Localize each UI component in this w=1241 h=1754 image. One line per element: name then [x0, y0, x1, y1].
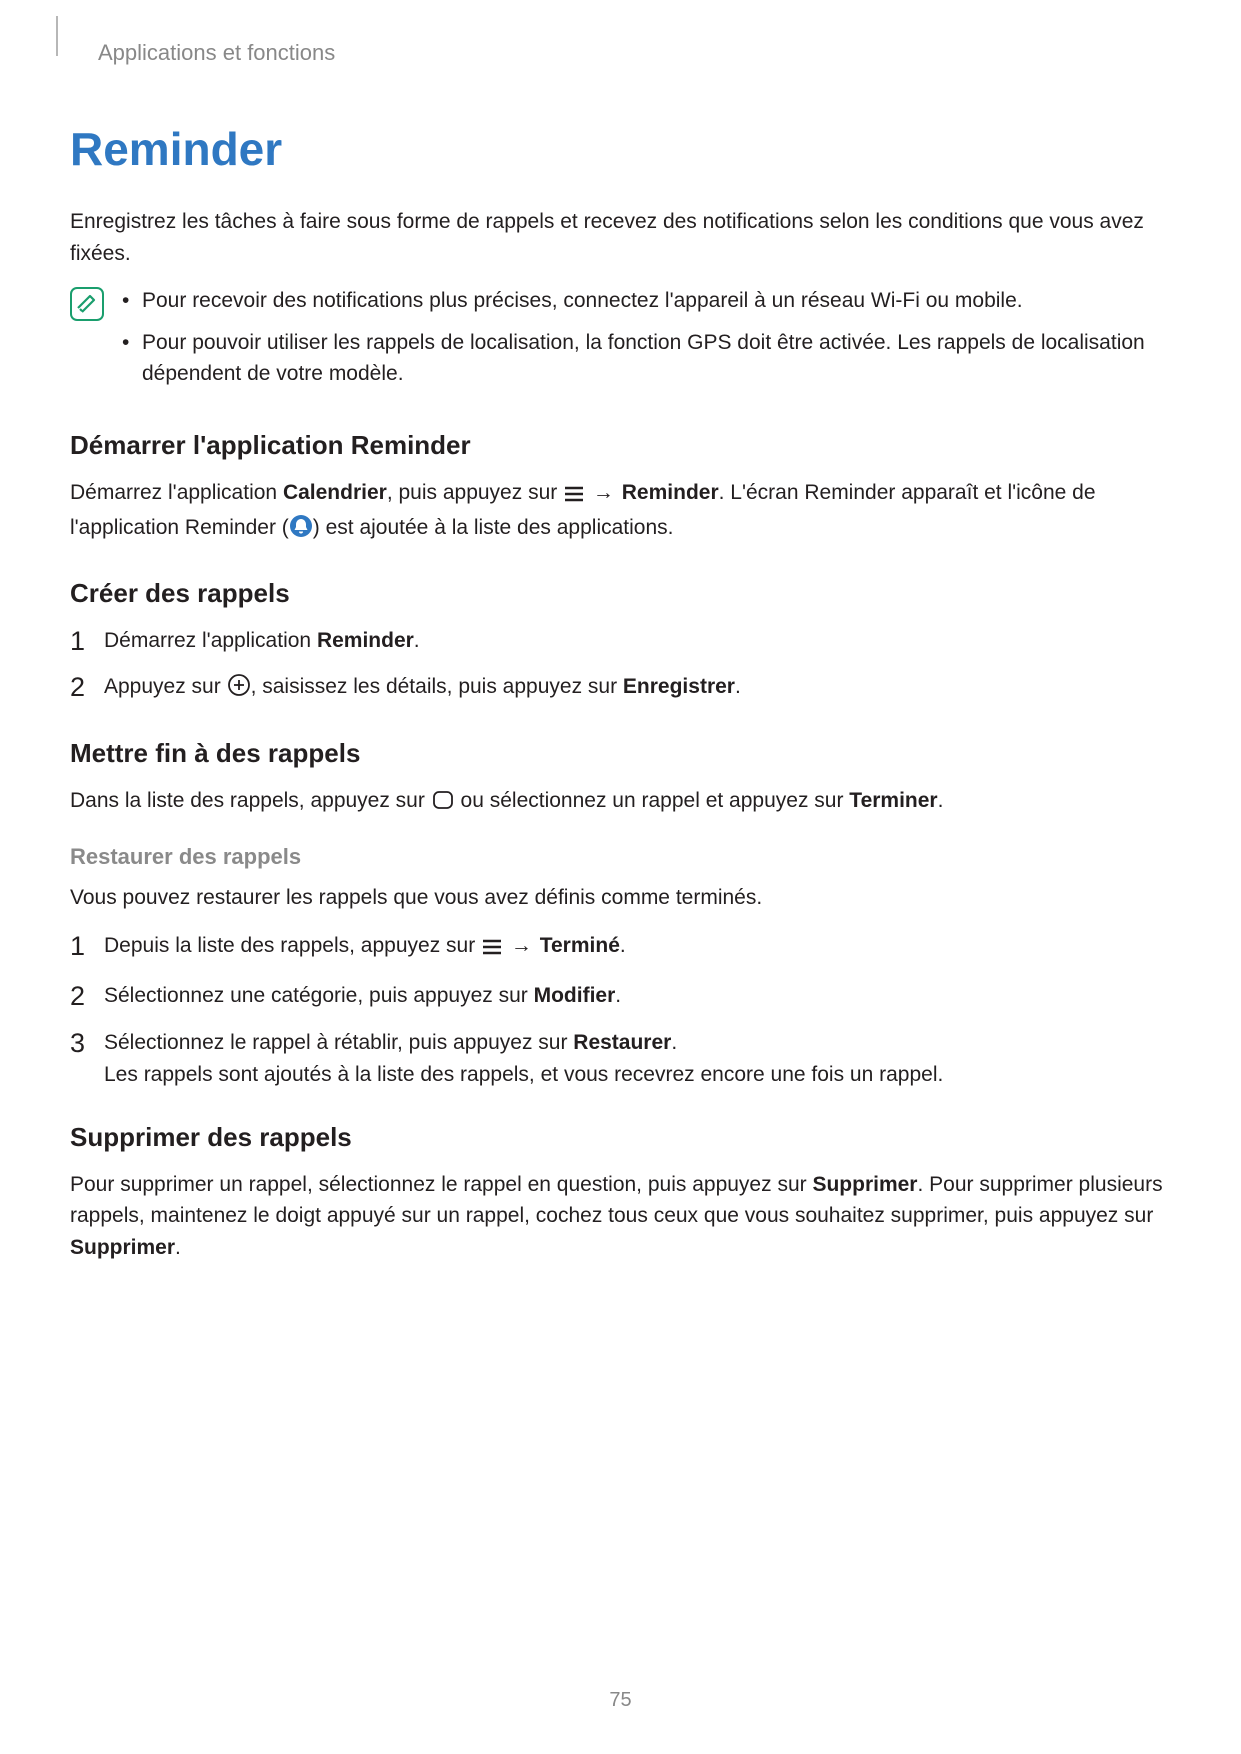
restore-intro: Vous pouvez restaurer les rappels que vo…: [70, 882, 1171, 914]
text: Démarrez l'application: [70, 481, 283, 504]
menu-icon: [481, 934, 503, 967]
create-steps: Démarrez l'application Reminder. Appuyez…: [70, 625, 1171, 708]
bold-reminder: Reminder: [317, 629, 414, 652]
arrow: →: [591, 481, 616, 504]
restore-steps: Depuis la liste des rappels, appuyez sur…: [70, 930, 1171, 1092]
step: Appuyez sur , saisissez les détails, pui…: [70, 671, 1171, 708]
subsub-restore: Restaurer des rappels: [70, 844, 1171, 870]
note-list: Pour recevoir des notifications plus pré…: [116, 285, 1171, 400]
step: Depuis la liste des rappels, appuyez sur…: [70, 930, 1171, 967]
note-icon-wrap: [70, 285, 116, 321]
bold-save: Enregistrer: [623, 675, 735, 698]
page-title: Reminder: [70, 122, 1171, 176]
text: .: [414, 629, 420, 652]
bold-edit: Modifier: [534, 984, 616, 1007]
bold-restore: Restaurer: [573, 1031, 671, 1054]
text: ou sélectionnez un rappel et appuyez sur: [455, 789, 850, 812]
start-paragraph: Démarrez l'application Calendrier, puis …: [70, 477, 1171, 548]
text: .: [671, 1031, 677, 1054]
header-rule: [56, 16, 58, 56]
text: .: [735, 675, 741, 698]
step: Sélectionnez une catégorie, puis appuyez…: [70, 980, 1171, 1013]
bold-delete: Supprimer: [812, 1173, 917, 1196]
page-number: 75: [0, 1689, 1241, 1712]
text: Appuyez sur: [104, 675, 227, 698]
text: Les rappels sont ajoutés à la liste des …: [104, 1063, 943, 1086]
text: Sélectionnez une catégorie, puis appuyez…: [104, 984, 534, 1007]
text: Démarrez l'application: [104, 629, 317, 652]
step: Démarrez l'application Reminder.: [70, 625, 1171, 658]
text: Depuis la liste des rappels, appuyez sur: [104, 934, 481, 957]
text: Pour supprimer un rappel, sélectionnez l…: [70, 1173, 812, 1196]
text: Sélectionnez le rappel à rétablir, puis …: [104, 1031, 573, 1054]
text: .: [615, 984, 621, 1007]
subheading-start: Démarrer l'application Reminder: [70, 430, 1171, 461]
subheading-finish: Mettre fin à des rappels: [70, 738, 1171, 769]
bold-reminder: Reminder: [622, 481, 719, 504]
note-item: Pour recevoir des notifications plus pré…: [116, 285, 1171, 317]
menu-icon: [563, 481, 585, 513]
text: ) est ajoutée à la liste des application…: [313, 516, 674, 539]
text: , saisissez les détails, puis appuyez su…: [251, 675, 623, 698]
note-item: Pour pouvoir utiliser les rappels de loc…: [116, 327, 1171, 390]
bold-finish: Terminer: [849, 789, 937, 812]
note-block: Pour recevoir des notifications plus pré…: [70, 285, 1171, 400]
subheading-delete: Supprimer des rappels: [70, 1122, 1171, 1153]
text: .: [938, 789, 944, 812]
intro-text: Enregistrez les tâches à faire sous form…: [70, 206, 1171, 269]
subheading-create: Créer des rappels: [70, 578, 1171, 609]
checkbox-icon: [431, 789, 455, 821]
text: .: [175, 1236, 181, 1259]
step: Sélectionnez le rappel à rétablir, puis …: [70, 1027, 1171, 1092]
plus-circle-icon: [227, 673, 251, 708]
section-header: Applications et fonctions: [98, 40, 1171, 66]
text: Dans la liste des rappels, appuyez sur: [70, 789, 431, 812]
arrow: →: [509, 934, 534, 957]
bold-done: Terminé: [540, 934, 620, 957]
document-page: Applications et fonctions Reminder Enreg…: [0, 0, 1241, 1754]
delete-paragraph: Pour supprimer un rappel, sélectionnez l…: [70, 1169, 1171, 1264]
text: , puis appuyez sur: [387, 481, 563, 504]
bold-delete: Supprimer: [70, 1236, 175, 1259]
bold-calendar: Calendrier: [283, 481, 387, 504]
note-icon: [70, 287, 104, 321]
bell-app-icon: [289, 514, 313, 548]
text: .: [620, 934, 626, 957]
finish-paragraph: Dans la liste des rappels, appuyez sur o…: [70, 785, 1171, 821]
